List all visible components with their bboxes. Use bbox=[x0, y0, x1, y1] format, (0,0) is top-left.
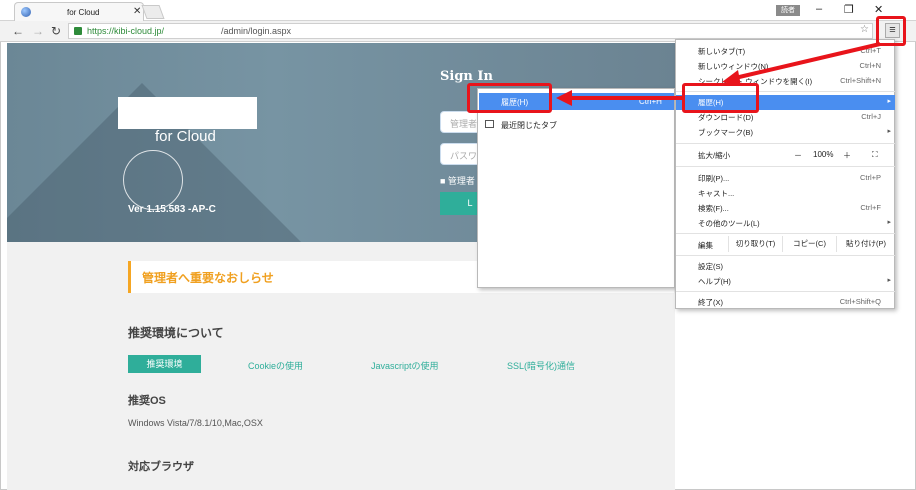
url-origin: https://kibi-cloud.jp/ bbox=[87, 26, 165, 36]
notice-text: 管理者へ重要なおしらせ bbox=[142, 271, 274, 285]
menu-zoom-row: 拡大/縮小 － 100% ＋ ⛶ bbox=[676, 148, 895, 163]
fullscreen-icon[interactable]: ⛶ bbox=[872, 150, 878, 160]
menu-separator bbox=[676, 291, 895, 292]
menu-find[interactable]: 検索(F)... Ctrl+F bbox=[676, 201, 895, 216]
menu-shortcut: Ctrl+Shift+Q bbox=[839, 297, 881, 306]
zoom-in-button[interactable]: ＋ bbox=[843, 150, 851, 161]
submenu-arrow-icon: ▸ bbox=[887, 128, 891, 135]
menu-exit[interactable]: 終了(X) Ctrl+Shift+Q bbox=[676, 295, 895, 310]
tab-window-icon bbox=[485, 120, 494, 128]
paste-button[interactable]: 貼り付け(P) bbox=[836, 236, 895, 252]
menu-separator bbox=[676, 233, 895, 234]
version-label: Ver 1.15.583 -AP-C bbox=[128, 204, 216, 215]
menu-print[interactable]: 印刷(P)... Ctrl+P bbox=[676, 171, 895, 186]
chrome-main-menu: 新しいタブ(T) Ctrl+T 新しいウィンドウ(N) Ctrl+N シークレット … bbox=[675, 39, 895, 309]
tab-cookie[interactable]: Cookieの使用 bbox=[248, 359, 303, 372]
submenu-recent-tabs-label: 最近閉じたタブ bbox=[501, 121, 557, 130]
submenu-history-shortcut: Ctrl+H bbox=[639, 97, 662, 106]
menu-shortcut: Ctrl+T bbox=[860, 46, 881, 55]
logo-text: for Cloud bbox=[155, 128, 216, 145]
zoom-level: 100% bbox=[813, 150, 834, 159]
url-path: /admin/login.aspx bbox=[221, 26, 292, 36]
menu-shortcut: Ctrl+P bbox=[859, 173, 881, 182]
menu-label: 終了(X) bbox=[698, 298, 723, 307]
remember-checkbox[interactable]: ■ 管理者 bbox=[440, 174, 475, 187]
admin-id-placeholder: 管理者 bbox=[450, 119, 478, 129]
menu-settings[interactable]: 設定(S) bbox=[676, 259, 895, 274]
reload-icon[interactable]: ↻ bbox=[51, 24, 61, 38]
zoom-out-button[interactable]: － bbox=[794, 150, 802, 161]
menu-shortcut: Ctrl+N bbox=[859, 61, 881, 70]
notice-accent-bar bbox=[128, 261, 131, 293]
menu-label: 新しいウィンドウ(N) bbox=[698, 62, 769, 71]
menu-label: キャスト... bbox=[698, 189, 735, 198]
forward-arrow-icon[interactable]: → bbox=[32, 24, 44, 38]
submenu-arrow-icon: ▸ bbox=[887, 219, 891, 226]
submenu-arrow-icon: ▸ bbox=[887, 98, 891, 105]
menu-shortcut: Ctrl+F bbox=[860, 203, 881, 212]
cut-button[interactable]: 切り取り(T) bbox=[728, 236, 782, 252]
lock-icon bbox=[74, 27, 82, 35]
new-tab-button[interactable] bbox=[141, 5, 165, 19]
password-placeholder: パスワ bbox=[450, 151, 478, 161]
close-window-button[interactable]: ✕ bbox=[874, 3, 883, 16]
logo-ring bbox=[123, 150, 183, 210]
menu-label: 設定(S) bbox=[698, 262, 723, 271]
os-heading: 推奨OS bbox=[128, 395, 166, 407]
menu-label: 拡大/縮小 bbox=[698, 151, 731, 160]
profile-badge[interactable]: 読者 bbox=[776, 5, 800, 16]
menu-separator bbox=[676, 166, 895, 167]
minimize-button[interactable]: – bbox=[816, 3, 822, 15]
browser-heading: 対応ブラウザ bbox=[128, 461, 194, 473]
menu-more-tools[interactable]: その他のツール(L) ▸ bbox=[676, 216, 895, 231]
menu-label: 印刷(P)... bbox=[698, 174, 730, 183]
copy-button[interactable]: コピー(C) bbox=[782, 236, 836, 252]
signin-title: Sign In bbox=[440, 69, 493, 84]
menu-label: 検索(F)... bbox=[698, 204, 729, 213]
annotation-box-history-menu bbox=[682, 83, 759, 113]
menu-new-tab[interactable]: 新しいタブ(T) Ctrl+T bbox=[676, 44, 895, 59]
annotation-box-menu-button bbox=[876, 16, 906, 46]
menu-label: 新しいタブ(T) bbox=[698, 47, 746, 56]
menu-label: ダウンロード(D) bbox=[698, 113, 754, 122]
menu-label: 編集 bbox=[698, 241, 713, 250]
menu-edit-row: 編集 切り取り(T) コピー(C) 貼り付け(P) bbox=[676, 236, 895, 252]
menu-separator bbox=[676, 143, 895, 144]
menu-shortcut: Ctrl+J bbox=[861, 112, 881, 121]
menu-label: ブックマーク(B) bbox=[698, 128, 753, 137]
tab-javascript[interactable]: Javascriptの使用 bbox=[371, 359, 439, 372]
menu-bookmarks[interactable]: ブックマーク(B) ▸ bbox=[676, 125, 895, 140]
menu-cast[interactable]: キャスト... bbox=[676, 186, 895, 201]
menu-label: ヘルプ(H) bbox=[698, 277, 731, 286]
annotation-box-history-submenu bbox=[467, 83, 552, 113]
address-bar[interactable]: https://kibi-cloud.jp/ /admin/login.aspx bbox=[68, 23, 873, 39]
env-heading: 推奨環境について bbox=[128, 326, 224, 340]
menu-separator bbox=[676, 255, 895, 256]
site-favicon-icon bbox=[21, 7, 31, 17]
menu-label: その他のツール(L) bbox=[698, 219, 760, 228]
restore-button[interactable]: ❐ bbox=[844, 3, 854, 16]
tab-ssl[interactable]: SSL(暗号化)通信 bbox=[507, 359, 575, 372]
logo-placeholder bbox=[118, 97, 257, 129]
bookmark-star-icon[interactable]: ☆ bbox=[860, 24, 869, 35]
submenu-arrow-icon: ▸ bbox=[887, 277, 891, 284]
back-arrow-icon[interactable]: ← bbox=[12, 24, 24, 38]
tab-title: for Cloud bbox=[67, 8, 100, 17]
menu-new-window[interactable]: 新しいウィンドウ(N) Ctrl+N bbox=[676, 59, 895, 74]
menu-help[interactable]: ヘルプ(H) ▸ bbox=[676, 274, 895, 289]
history-submenu: 履歴(H) Ctrl+H 最近閉じたタブ bbox=[477, 88, 675, 288]
tab-recommended-env[interactable]: 推奨環境 bbox=[128, 355, 201, 373]
os-text: Windows Vista/7/8.1/10,Mac,OSX bbox=[128, 418, 263, 428]
menu-shortcut: Ctrl+Shift+N bbox=[840, 76, 881, 85]
tab-strip: for Cloud ✕ 読者 – ❐ ✕ bbox=[0, 0, 916, 21]
submenu-recent-tabs-item[interactable]: 最近閉じたタブ bbox=[479, 116, 674, 133]
tab-close-icon[interactable]: ✕ bbox=[133, 6, 141, 17]
browser-tab[interactable]: for Cloud ✕ bbox=[14, 2, 144, 21]
